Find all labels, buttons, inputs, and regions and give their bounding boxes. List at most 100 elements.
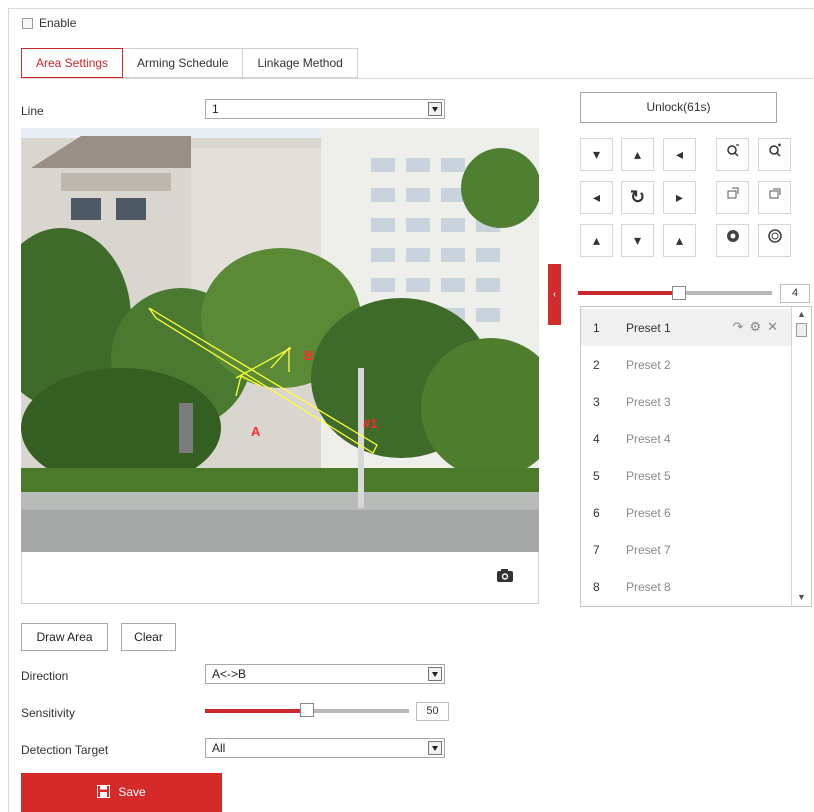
rotate-icon: ↻ xyxy=(629,187,646,207)
iris-close-icon xyxy=(726,230,739,242)
preset-name: Preset 4 xyxy=(626,432,671,446)
ptz-right-button[interactable]: ▸ xyxy=(663,181,696,214)
collapse-ptz-tab[interactable]: ‹ xyxy=(548,264,561,325)
preset-name: Preset 2 xyxy=(626,358,671,372)
ptz-down-button[interactable]: ▾ xyxy=(621,224,654,257)
overlay-label-b: B xyxy=(304,348,313,363)
preset-row[interactable]: 8 Preset 8 xyxy=(581,568,792,605)
sensitivity-slider[interactable] xyxy=(300,703,314,717)
preset-row[interactable]: 4 Preset 4 xyxy=(581,420,792,457)
detection-target-select[interactable]: All xyxy=(205,738,445,758)
line-select[interactable]: 1 xyxy=(205,99,445,119)
ptz-down-left-button[interactable]: ▴ xyxy=(580,224,613,257)
video-toolbar xyxy=(21,552,539,604)
chevron-down-icon xyxy=(428,741,442,755)
sensitivity-label: Sensitivity xyxy=(21,706,76,720)
ptz-up-left-button[interactable]: ▾ xyxy=(580,138,613,171)
tab-linkage-method[interactable]: Linkage Method xyxy=(243,49,357,77)
save-label: Save xyxy=(118,785,146,799)
close-icon[interactable]: ✕ xyxy=(767,319,784,334)
draw-area-button[interactable]: Draw Area xyxy=(21,623,108,651)
tab-arming-schedule[interactable]: Arming Schedule xyxy=(123,49,244,77)
camera-icon[interactable] xyxy=(496,568,514,583)
detection-target-label: Detection Target xyxy=(21,743,109,757)
ptz-speed-fill xyxy=(578,291,679,295)
direction-select[interactable]: A<->B xyxy=(205,664,445,684)
ptz-up-button[interactable]: ▴ xyxy=(621,138,654,171)
zoom-in-button[interactable] xyxy=(758,138,791,171)
ptz-auto-button[interactable]: ↻ xyxy=(621,181,654,214)
tab-area-settings[interactable]: Area Settings xyxy=(21,48,124,78)
scroll-down-icon[interactable]: ▼ xyxy=(797,592,806,602)
unlock-button[interactable]: Unlock(61s) xyxy=(580,92,777,123)
sensitivity-fill xyxy=(205,709,307,713)
ptz-speed-slider[interactable] xyxy=(672,286,686,300)
save-button[interactable]: Save xyxy=(21,773,222,812)
ptz-up-right-button[interactable]: ◂ xyxy=(663,138,696,171)
ptz-left-button[interactable]: ◂ xyxy=(580,181,613,214)
scroll-thumb[interactable] xyxy=(796,323,807,337)
preset-number: 2 xyxy=(593,358,600,372)
preset-row[interactable]: 1 Preset 1 ↷⚙✕ xyxy=(581,309,792,346)
preset-number: 6 xyxy=(593,506,600,520)
focus-far-icon xyxy=(769,188,780,199)
preset-name: Preset 3 xyxy=(626,395,671,409)
preset-row[interactable]: 5 Preset 5 xyxy=(581,457,792,494)
preset-row[interactable]: 2 Preset 2 xyxy=(581,346,792,383)
zoom-out-button[interactable] xyxy=(716,138,749,171)
iris-open-button[interactable] xyxy=(758,224,791,257)
enable-checkbox[interactable] xyxy=(22,17,33,29)
focus-far-button[interactable] xyxy=(758,181,791,214)
preset-number: 1 xyxy=(593,321,600,335)
arrow-down-icon: ▾ xyxy=(633,232,642,248)
ptz-speed-value[interactable]: 4 xyxy=(780,284,810,303)
preset-row[interactable]: 3 Preset 3 xyxy=(581,383,792,420)
enable-label: Enable xyxy=(39,16,77,30)
preset-actions: ↷⚙✕ xyxy=(733,319,784,335)
arrow-up-right-icon: ◂ xyxy=(675,146,684,162)
preset-number: 4 xyxy=(593,432,600,446)
iris-close-button[interactable] xyxy=(716,224,749,257)
ptz-down-right-button[interactable]: ▴ xyxy=(663,224,696,257)
direction-label: Direction xyxy=(21,669,69,683)
clear-button[interactable]: Clear xyxy=(121,623,176,651)
zoom-in-icon xyxy=(768,143,781,157)
iris-open-icon xyxy=(767,229,782,243)
chevron-down-icon xyxy=(428,667,442,681)
frame-top-border xyxy=(8,8,814,9)
focus-near-button[interactable] xyxy=(716,181,749,214)
preset-row[interactable]: 6 Preset 6 xyxy=(581,494,792,531)
overlay-label-number: #1 xyxy=(363,416,377,431)
preset-number: 3 xyxy=(593,395,600,409)
zoom-out-icon xyxy=(726,144,739,157)
overlay-label-a: A xyxy=(251,424,261,439)
frame-left-border xyxy=(8,8,9,812)
preset-name: Preset 7 xyxy=(626,543,671,557)
arrow-right-icon: ▸ xyxy=(675,189,684,205)
preset-name: Preset 6 xyxy=(626,506,671,520)
preset-number: 7 xyxy=(593,543,600,557)
chevron-left-icon: ‹ xyxy=(552,289,557,300)
video-preview[interactable]: A B #1 xyxy=(21,128,539,552)
direction-select-value: A<->B xyxy=(212,667,247,681)
preset-scrollbar[interactable]: ▲ ▼ xyxy=(791,307,811,606)
chevron-down-icon xyxy=(428,102,442,116)
sensitivity-value[interactable]: 50 xyxy=(416,702,449,721)
tab-underline xyxy=(21,78,814,79)
arrow-left-icon: ◂ xyxy=(592,189,601,205)
gear-icon[interactable]: ⚙ xyxy=(749,319,767,334)
scroll-up-icon[interactable]: ▲ xyxy=(797,309,806,319)
goto-preset-icon[interactable]: ↷ xyxy=(733,319,750,334)
preset-name: Preset 5 xyxy=(626,469,671,483)
arrow-up-left-icon: ▾ xyxy=(592,146,601,162)
tab-bar: Area Settings Arming Schedule Linkage Me… xyxy=(21,48,358,78)
video-scene: A B #1 xyxy=(21,128,539,552)
preset-number: 5 xyxy=(593,469,600,483)
line-label: Line xyxy=(21,104,44,118)
preset-number: 8 xyxy=(593,580,600,594)
preset-name: Preset 8 xyxy=(626,580,671,594)
enable-row: Enable xyxy=(22,16,76,30)
focus-near-icon xyxy=(727,187,738,199)
preset-row[interactable]: 7 Preset 7 xyxy=(581,531,792,568)
line-select-value: 1 xyxy=(212,102,219,116)
